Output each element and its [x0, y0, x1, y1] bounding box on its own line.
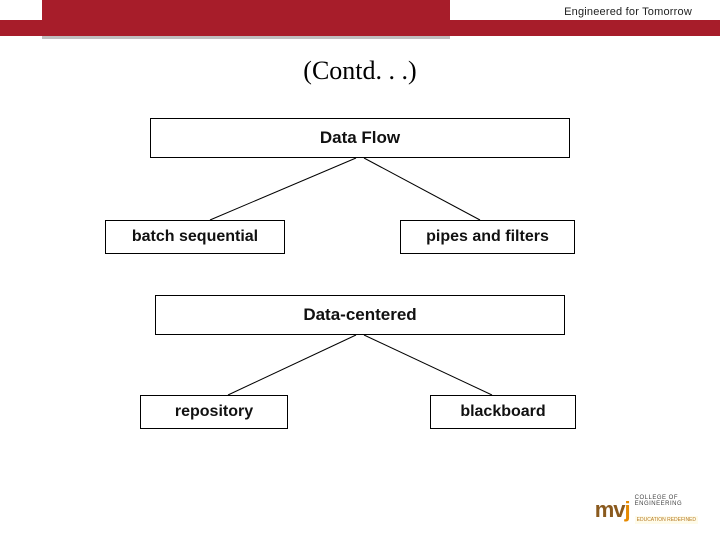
node-label: repository — [175, 403, 253, 421]
node-label: batch sequential — [132, 228, 258, 246]
logo-mark: mvj — [595, 497, 630, 523]
logo-letter: v — [613, 497, 624, 522]
node-data-centered: Data-centered — [155, 295, 565, 335]
header-notch — [42, 0, 450, 36]
logo-text-line1: COLLEGE OF — [635, 495, 698, 502]
node-label: pipes and filters — [426, 228, 549, 246]
node-label: Data-centered — [303, 305, 416, 325]
footer-logo: mvj COLLEGE OF ENGINEERING EDUCATION RED… — [595, 495, 698, 526]
node-data-flow: Data Flow — [150, 118, 570, 158]
tagline: Engineered for Tomorrow — [564, 6, 692, 18]
node-pipes-and-filters: pipes and filters — [400, 220, 575, 254]
node-blackboard: blackboard — [430, 395, 576, 429]
logo-letter: m — [595, 497, 614, 522]
logo-subtext: EDUCATION REDEFINED — [635, 516, 698, 524]
page-title: (Contd. . .) — [0, 56, 720, 86]
node-label: blackboard — [460, 403, 545, 421]
node-label: Data Flow — [320, 128, 400, 148]
header-notch-shadow — [42, 36, 450, 39]
node-repository: repository — [140, 395, 288, 429]
logo-text-block: COLLEGE OF ENGINEERING EDUCATION REDEFIN… — [635, 495, 698, 526]
logo-text-line2: ENGINEERING — [635, 501, 698, 508]
logo-letter: j — [625, 497, 630, 522]
node-batch-sequential: batch sequential — [105, 220, 285, 254]
